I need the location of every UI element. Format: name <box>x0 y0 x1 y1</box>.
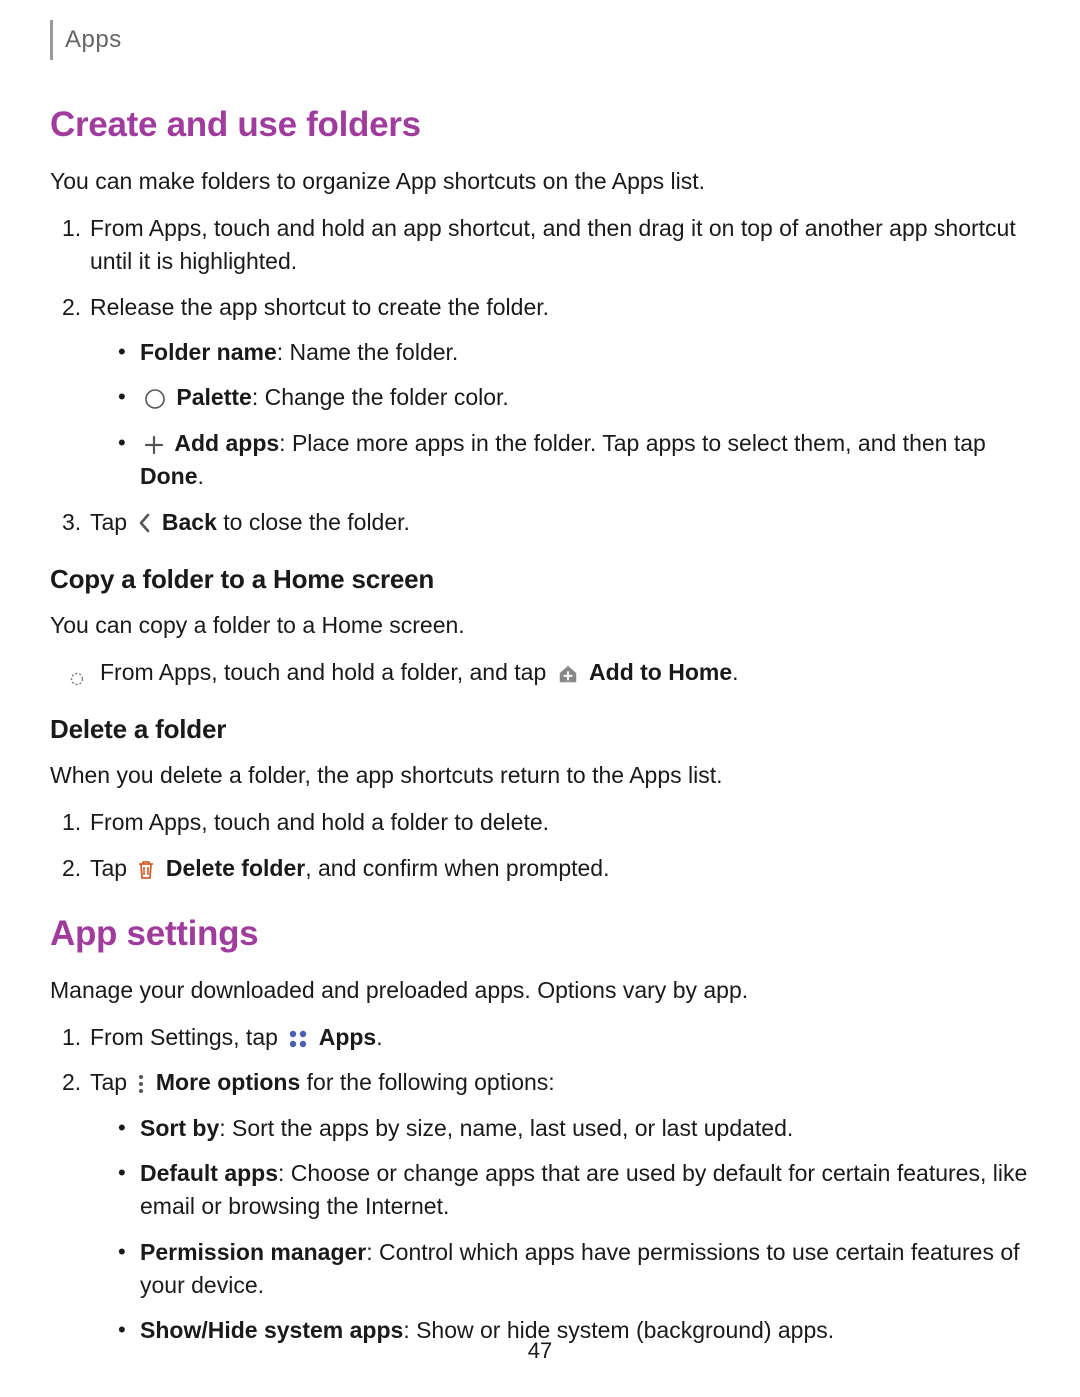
more-options-icon <box>137 1073 145 1095</box>
circle-bullet-icon <box>70 662 84 695</box>
list-item: From Settings, tap Apps. <box>90 1021 1030 1054</box>
heading-delete-folder: Delete a folder <box>50 711 1030 749</box>
breadcrumb: Apps <box>50 20 1030 60</box>
steps-create-folders: From Apps, touch and hold an app shortcu… <box>50 212 1030 539</box>
label-done: Done <box>140 463 198 489</box>
list-item: Default apps: Choose or change apps that… <box>140 1157 1030 1224</box>
list-item: From Apps, touch and hold a folder, and … <box>100 656 1030 689</box>
list-copy-folder: From Apps, touch and hold a folder, and … <box>50 656 1030 689</box>
label-more-options: More options <box>156 1069 300 1095</box>
intro-copy-folder: You can copy a folder to a Home screen. <box>50 609 1030 642</box>
apps-grid-icon <box>288 1029 308 1049</box>
list-item: Sort by: Sort the apps by size, name, la… <box>140 1112 1030 1145</box>
steps-app-settings: From Settings, tap Apps. Tap More option… <box>50 1021 1030 1348</box>
sub-list: Folder name: Name the folder. Palette: C… <box>90 336 1030 493</box>
heading-copy-folder: Copy a folder to a Home screen <box>50 561 1030 599</box>
intro-create-folders: You can make folders to organize App sho… <box>50 165 1030 198</box>
list-item: From Apps, touch and hold an app shortcu… <box>90 212 1030 279</box>
label-palette: Palette <box>176 384 251 410</box>
heading-app-settings: App settings <box>50 909 1030 960</box>
heading-create-folders: Create and use folders <box>50 100 1030 151</box>
sub-list-options: Sort by: Sort the apps by size, name, la… <box>90 1112 1030 1348</box>
list-item: Tap More options for the following optio… <box>90 1066 1030 1347</box>
list-item: From Apps, touch and hold a folder to de… <box>90 806 1030 839</box>
label-back: Back <box>162 509 217 535</box>
list-item: Add apps: Place more apps in the folder.… <box>140 427 1030 494</box>
intro-delete-folder: When you delete a folder, the app shortc… <box>50 759 1030 792</box>
label-add-apps: Add apps <box>174 430 279 456</box>
steps-delete-folder: From Apps, touch and hold a folder to de… <box>50 806 1030 885</box>
list-item: Palette: Change the folder color. <box>140 381 1030 414</box>
label-delete-folder: Delete folder <box>166 855 305 881</box>
page-number: 47 <box>0 1335 1080 1367</box>
list-item: Release the app shortcut to create the f… <box>90 291 1030 494</box>
label-default-apps: Default apps <box>140 1160 278 1186</box>
intro-app-settings: Manage your downloaded and preloaded app… <box>50 974 1030 1007</box>
label-folder-name: Folder name <box>140 339 277 365</box>
label-apps: Apps <box>319 1024 377 1050</box>
palette-icon <box>144 388 166 410</box>
label-permission-manager: Permission manager <box>140 1239 366 1265</box>
plus-icon <box>144 435 164 455</box>
trash-icon <box>137 859 155 881</box>
label-add-to-home: Add to Home <box>589 659 732 685</box>
label-sort-by: Sort by <box>140 1115 219 1141</box>
add-to-home-icon <box>557 663 579 685</box>
list-item: Tap Back to close the folder. <box>90 506 1030 539</box>
list-item: Folder name: Name the folder. <box>140 336 1030 369</box>
list-item: Tap Delete folder, and confirm when prom… <box>90 852 1030 885</box>
back-icon <box>137 512 151 534</box>
breadcrumb-text: Apps <box>65 23 122 58</box>
list-item: Permission manager: Control which apps h… <box>140 1236 1030 1303</box>
